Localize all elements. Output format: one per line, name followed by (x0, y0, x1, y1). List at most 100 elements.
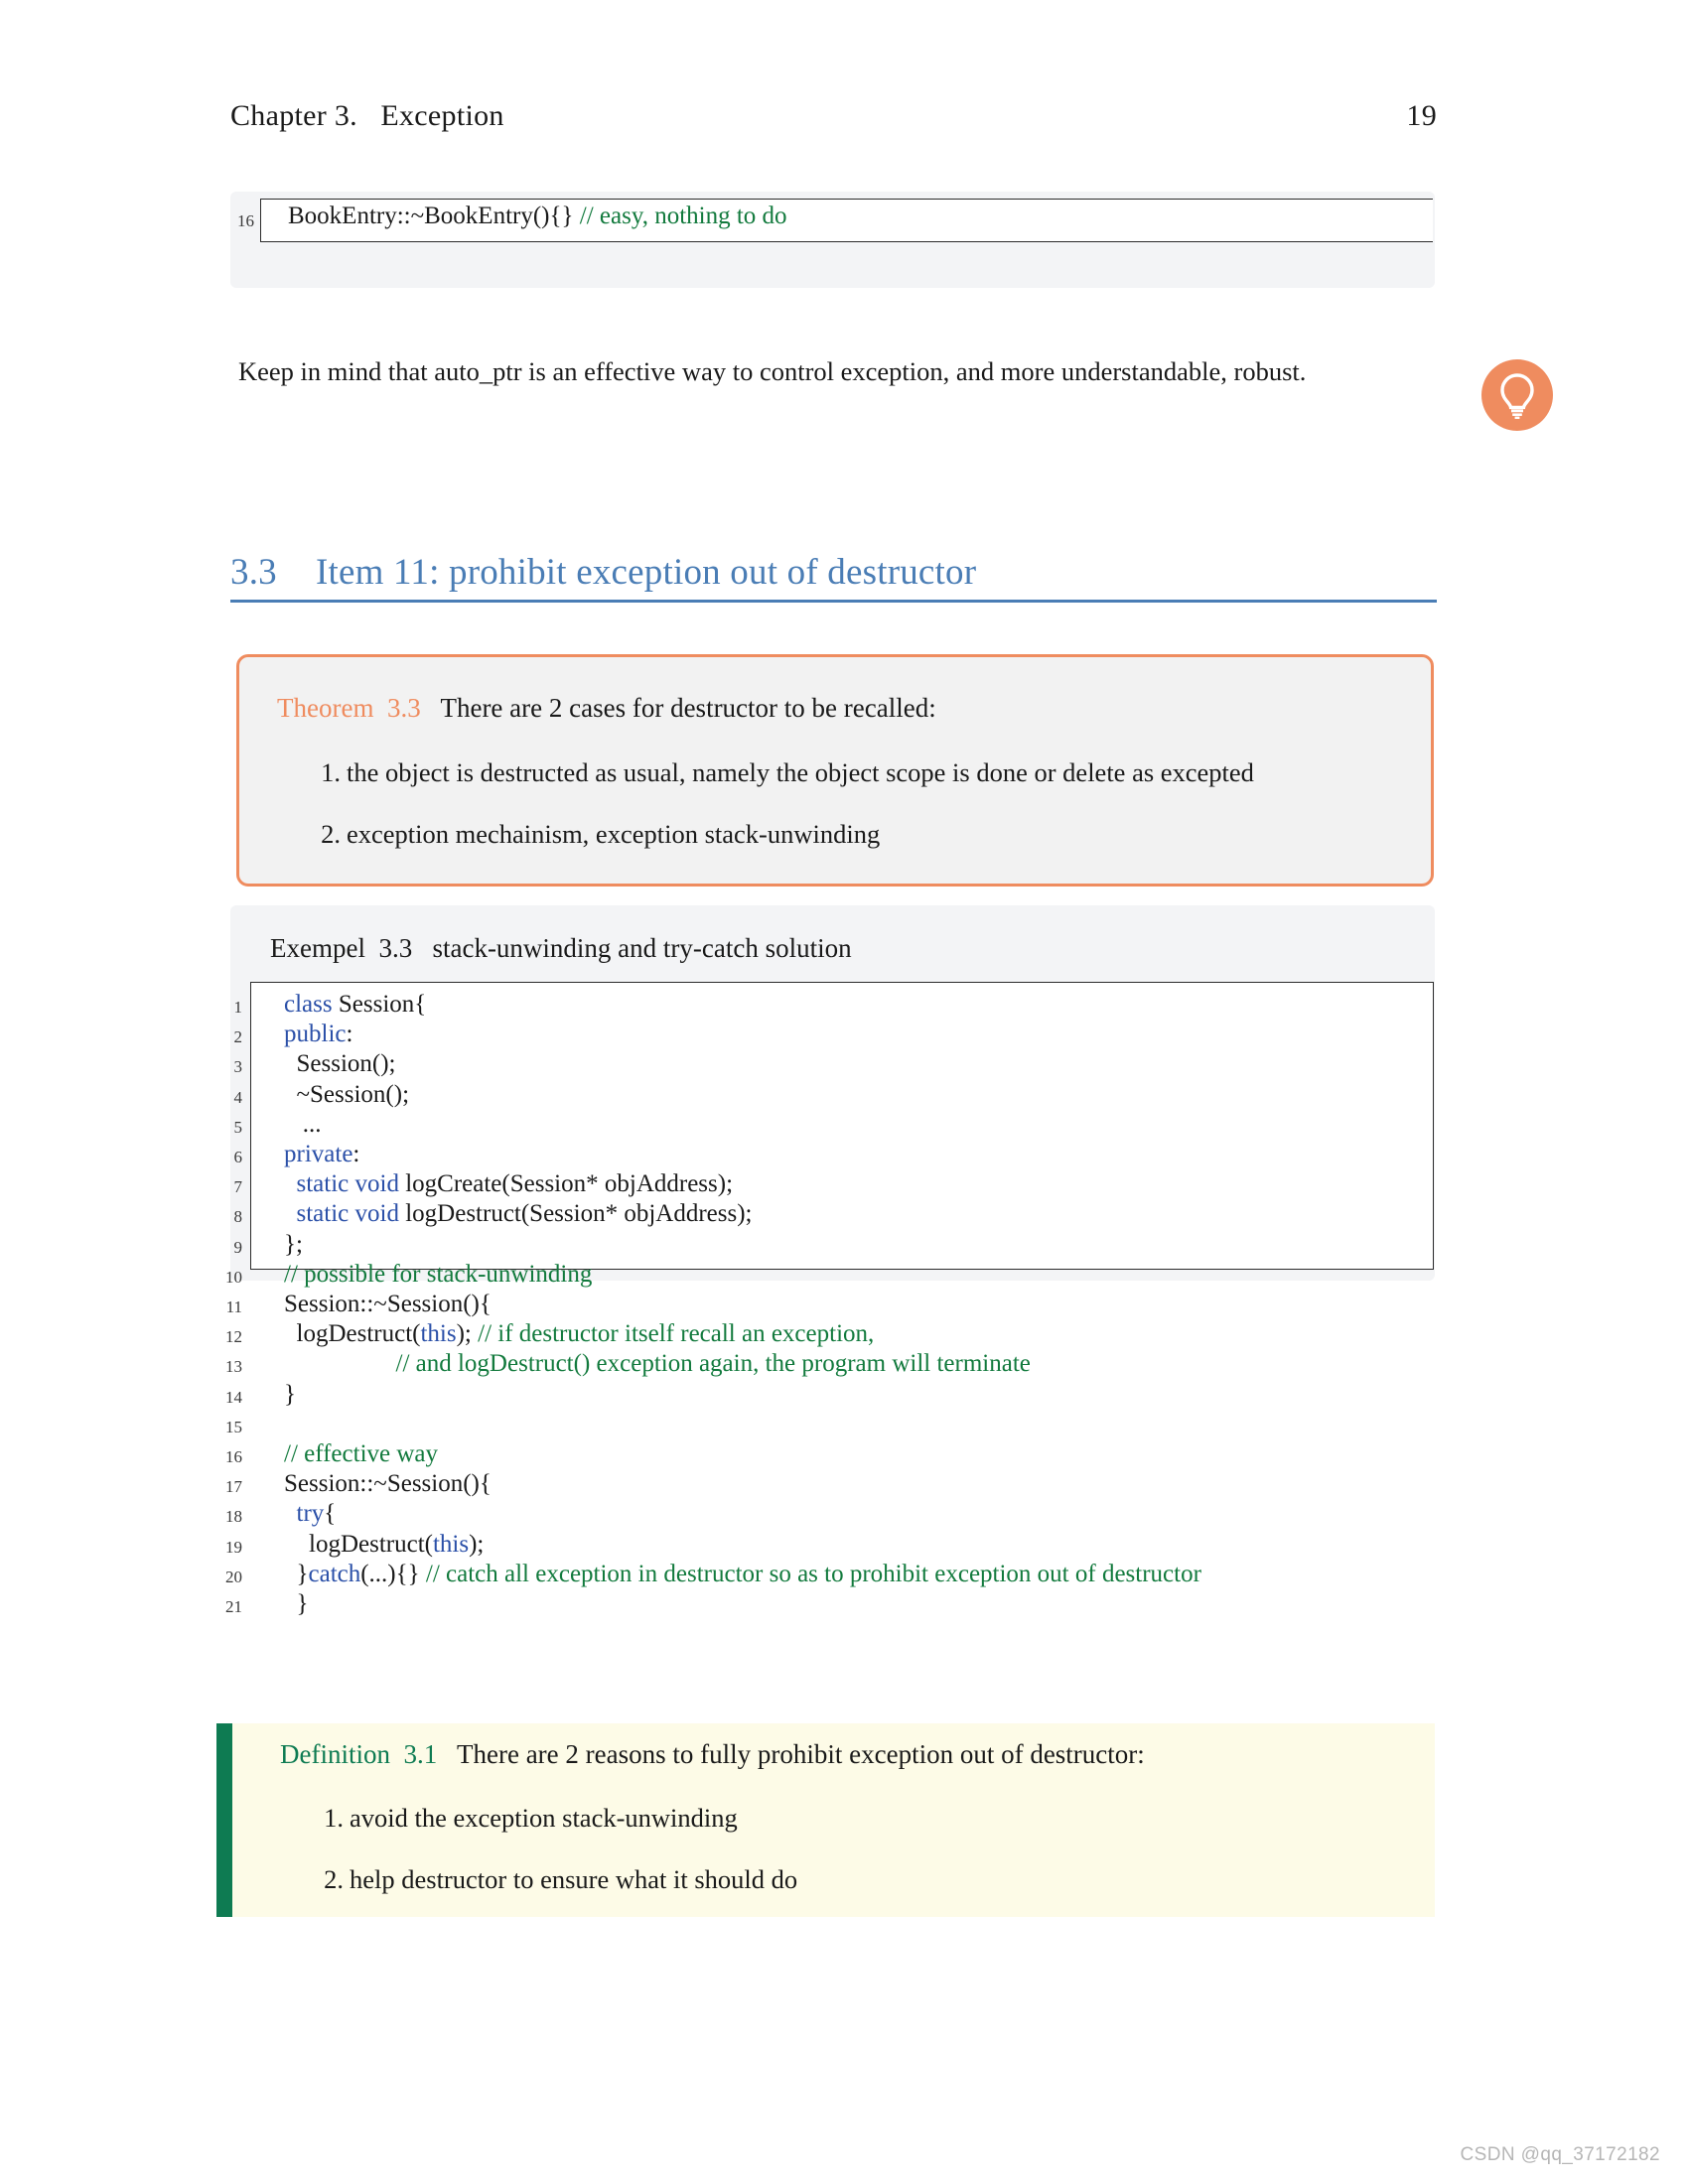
code-plain: ~Session(); (284, 1080, 410, 1108)
code-line: } (284, 1380, 1201, 1410)
code-plain: ... (284, 1110, 322, 1138)
watermark: CSDN @qq_37172182 (1460, 2144, 1660, 2165)
list-item-text: the object is destructed as usual, namel… (347, 757, 1254, 787)
code-plain: ); (469, 1530, 485, 1558)
code-comment: // possible for stack-unwinding (284, 1260, 593, 1288)
code-plain: logDestruct( (284, 1320, 421, 1348)
list-item: 1. avoid the exception stack-unwinding (324, 1800, 1342, 1836)
list-item: 1. the object is destructed as usual, na… (321, 754, 1367, 790)
list-marker: 1. (324, 1803, 344, 1833)
example-line-numbers: 1 2 3 4 5 6 7 8 9 10 11 12 13 14 15 16 17 18 19 20 21 (209, 993, 242, 1622)
theorem-box: Theorem 3.3 There are 2 cases for destru… (236, 654, 1434, 887)
chapter-title: Chapter 3. Exception (230, 99, 504, 132)
list-item-text: exception mechainism, exception stack-un… (347, 819, 881, 849)
code-plain: } (284, 1560, 309, 1587)
code-line-number: 17 (225, 1477, 242, 1497)
code-plain: } (284, 1590, 309, 1618)
code-comment: // if destructor itself recall an except… (478, 1320, 875, 1348)
code-line-number: 7 (233, 1177, 243, 1197)
code-line-number: 4 (233, 1087, 243, 1107)
code-line-number: 11 (225, 1297, 242, 1317)
code-line-number: 15 (225, 1417, 242, 1436)
code-line-number: 16 (225, 1447, 242, 1467)
code-line: Session::~Session(){ (284, 1469, 1201, 1499)
code-plain: logDestruct(Session* objAddress); (405, 1200, 753, 1228)
code-line-number: 2 (233, 1027, 243, 1047)
code-plain: logCreate(Session* objAddress); (405, 1170, 734, 1198)
code-line: logDestruct(this); (284, 1530, 1201, 1560)
code-line: // effective way (284, 1439, 1201, 1469)
code-comment: // catch all exception in destructor so … (425, 1560, 1201, 1587)
code-plain: : (346, 1021, 353, 1048)
list-item-text: avoid the exception stack-unwinding (350, 1803, 738, 1833)
code-comment-span: // easy, nothing to do (579, 203, 787, 229)
code-line: Session(); (284, 1049, 1201, 1079)
code-line: static void logDestruct(Session* objAddr… (284, 1199, 1201, 1229)
code-plain-span: BookEntry::~BookEntry(){} (288, 203, 580, 229)
code-plain (284, 1200, 297, 1227)
page-number: 19 (1406, 99, 1437, 132)
code-line: class Session{ (284, 990, 1201, 1020)
code-line: } (284, 1589, 1201, 1619)
code-line: ~Session(); (284, 1080, 1201, 1110)
code-line-number: 12 (225, 1327, 242, 1347)
list-marker: 1. (321, 757, 341, 787)
code-comment: // and logDestruct() exception again, th… (284, 1350, 1031, 1378)
code-plain: Session(); (284, 1050, 396, 1078)
code-line-number: 19 (225, 1537, 242, 1557)
code-line-number: 21 (225, 1597, 242, 1617)
code-keyword: private (284, 1141, 353, 1168)
body-paragraph: Keep in mind that auto_ptr is an effecti… (238, 356, 1307, 386)
code-plain: Session{ (338, 991, 427, 1018)
code-plain: : (352, 1141, 360, 1168)
code-line: }catch(...){} // catch all exception in … (284, 1560, 1201, 1589)
code-plain: }; (284, 1230, 303, 1258)
code-keyword: public (284, 1021, 347, 1048)
code-comment: // effective way (284, 1440, 439, 1468)
code-line: // and logDestruct() exception again, th… (284, 1349, 1201, 1379)
code-line-number: 14 (225, 1387, 242, 1407)
code-line-number: 9 (233, 1237, 243, 1257)
code-plain: { (324, 1500, 337, 1528)
code-line-number: 1 (233, 998, 243, 1017)
list-marker: 2. (321, 819, 341, 849)
definition-accent-bar (216, 1723, 232, 1917)
code-line: try{ (284, 1499, 1201, 1529)
code-keyword: this (420, 1320, 457, 1348)
code-line-number: 6 (233, 1148, 243, 1167)
theorem-label: Theorem 3.3 (277, 693, 421, 723)
theorem-statement: There are 2 cases for destructor to be r… (420, 693, 936, 723)
section-title: Item 11: prohibit exception out of destr… (316, 552, 977, 593)
code-line: Session::~Session(){ (284, 1290, 1201, 1319)
code-plain: } (284, 1380, 296, 1408)
example-code: class Session{public: Session(); ~Sessio… (284, 990, 1201, 1619)
lightbulb-icon (1481, 359, 1553, 431)
code-plain: (...){} (360, 1560, 426, 1587)
code-line-number: 20 (225, 1567, 242, 1586)
definition-list: 1. avoid the exception stack-unwinding 2… (324, 1800, 1342, 1897)
theorem-heading: Theorem 3.3 There are 2 cases for destru… (277, 693, 936, 724)
list-item: 2. exception mechainism, exception stack… (321, 816, 1367, 852)
document-page: Chapter 3. Exception 19 16 BookEntry::~B… (0, 0, 1688, 2184)
list-item-text: help destructor to ensure what it should… (350, 1864, 798, 1894)
top-code-line-number: 16 (237, 211, 254, 230)
code-line-number: 3 (233, 1057, 243, 1077)
code-line-number: 10 (225, 1267, 242, 1287)
list-marker: 2. (324, 1864, 344, 1894)
code-line: }; (284, 1230, 1201, 1260)
section-number: 3.3 (230, 552, 277, 593)
code-plain: logDestruct( (284, 1530, 433, 1558)
code-keyword: class (284, 991, 339, 1018)
theorem-list: 1. the object is destructed as usual, na… (321, 754, 1367, 852)
code-keyword: this (432, 1530, 470, 1558)
code-line: logDestruct(this); // if destructor itse… (284, 1319, 1201, 1349)
code-line-number: 18 (225, 1507, 242, 1527)
code-line: static void logCreate(Session* objAddres… (284, 1169, 1201, 1199)
list-item: 2. help destructor to ensure what it sho… (324, 1861, 1342, 1897)
code-keyword: catch (308, 1560, 361, 1587)
code-plain: Session::~Session(){ (284, 1291, 492, 1318)
code-line-number: 8 (233, 1207, 243, 1227)
code-plain: ); (456, 1320, 479, 1348)
code-line-number: 13 (225, 1357, 242, 1377)
